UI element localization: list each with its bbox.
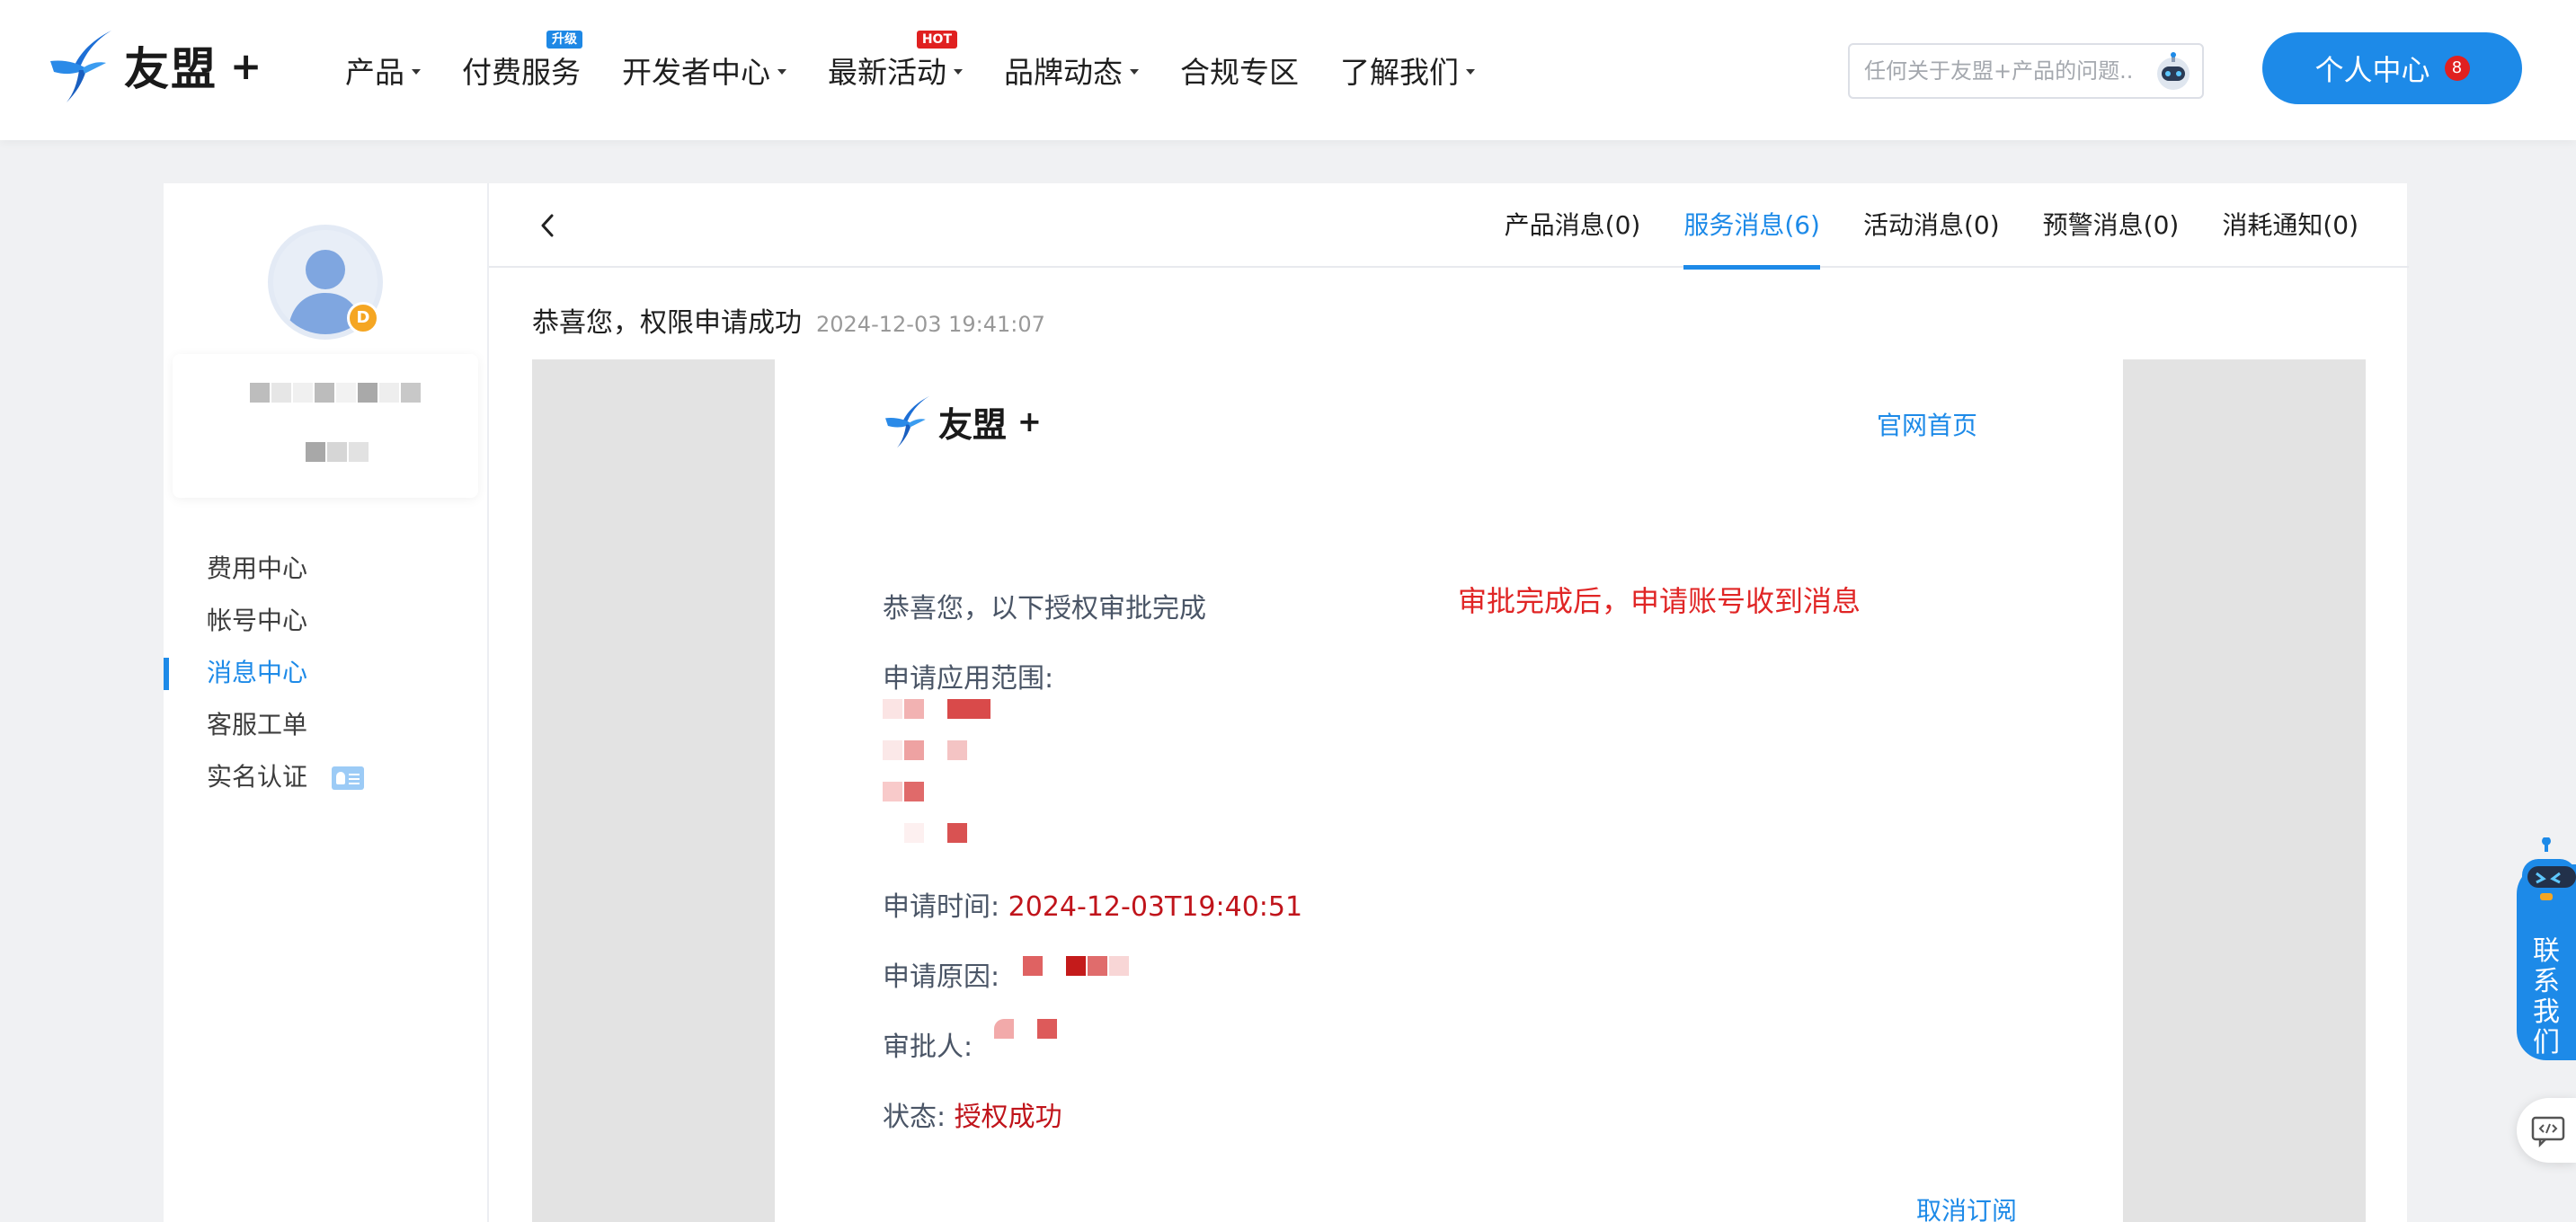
official-homepage-link[interactable]: 官网首页	[1877, 406, 1977, 442]
email-preview-area: 友盟 + 官网首页 恭喜您，以下授权审批完成 审批完成后，申请账号收到消息 申请…	[532, 359, 2366, 1222]
redacted-reason	[1023, 956, 1131, 976]
caret-down-icon	[777, 69, 786, 75]
message-header: 恭喜您，权限申请成功 2024-12-03 19:41:07	[532, 300, 1045, 340]
red-annotation-note: 审批完成后，申请账号收到消息	[1458, 584, 1861, 618]
reason-label: 申请原因:	[883, 961, 1000, 993]
tab-warning-messages[interactable]: 预警消息(0)	[2043, 183, 2180, 268]
nav-item-products[interactable]: 产品	[345, 49, 421, 92]
nav-item-latest-events[interactable]: 最新活动 HOT	[828, 31, 963, 92]
brand-logo[interactable]: 友盟 +	[47, 27, 262, 104]
email-brand-logo: 友盟 +	[883, 394, 1042, 449]
robot-assistant-icon[interactable]	[2154, 52, 2193, 92]
user-center-label: 个人中心	[2314, 53, 2430, 87]
hot-badge: HOT	[916, 31, 957, 49]
sidebar-item-messages[interactable]: 消息中心	[164, 647, 487, 699]
redacted-approver	[994, 1019, 1059, 1039]
redacted-scope-line	[883, 699, 992, 719]
status-label: 状态:	[883, 1102, 946, 1133]
notification-count-badge: 8	[2444, 56, 2470, 81]
nav-item-about-us[interactable]: 了解我们	[1340, 49, 1475, 92]
message-timestamp: 2024-12-03 19:41:07	[816, 312, 1045, 337]
tab-service-messages[interactable]: 服务消息(6)	[1683, 183, 1820, 270]
redacted-scope-line	[883, 782, 926, 801]
upgrade-badge: 升级	[546, 31, 582, 49]
email-greeting: 恭喜您，以下授权审批完成	[883, 593, 1206, 624]
feedback-button[interactable]	[2517, 1098, 2576, 1163]
email-body: 友盟 + 官网首页 恭喜您，以下授权审批完成 审批完成后，申请账号收到消息 申请…	[775, 359, 2123, 1222]
nav-item-label: 开发者中心	[622, 55, 770, 90]
id-card-icon	[331, 766, 364, 790]
sidebar-item-billing[interactable]: 费用中心	[164, 543, 487, 595]
nav-item-label: 了解我们	[1340, 55, 1459, 90]
user-center-button[interactable]: 个人中心 8	[2262, 32, 2522, 104]
nav-item-compliance[interactable]: 合规专区	[1180, 49, 1299, 92]
status-value: 授权成功	[954, 1102, 1062, 1133]
redacted-user-id	[306, 442, 370, 462]
contact-us-widget[interactable]: 联系我们	[2517, 837, 2576, 1060]
back-arrow-icon[interactable]	[534, 210, 561, 241]
tab-product-messages[interactable]: 产品消息(0)	[1505, 183, 1641, 268]
contact-us-text: 联系我们	[2533, 935, 2560, 1058]
brand-name: 友盟	[124, 43, 218, 95]
sidebar-item-account[interactable]: 帐号中心	[164, 595, 487, 647]
top-navbar: 友盟 + 产品 付费服务 升级 开发者中心 最新活动 HOT 品牌动态 合规专区…	[0, 0, 2576, 140]
account-sidebar: D 费用中心 帐号中心 消息中心 客服工单 实名认证	[164, 183, 487, 1222]
nav-item-label: 品牌动态	[1004, 55, 1123, 90]
apply-time-value: 2024-12-03T19:40:51	[1008, 891, 1303, 923]
redacted-scope-line	[883, 740, 969, 760]
tab-consumption-notices[interactable]: 消耗通知(0)	[2222, 183, 2358, 268]
sidebar-item-label: 客服工单	[207, 710, 308, 739]
nav-item-brand-news[interactable]: 品牌动态	[1004, 49, 1139, 92]
search-box[interactable]	[1848, 43, 2204, 99]
sidebar-item-label: 实名认证	[207, 762, 308, 792]
apply-time-label: 申请时间:	[883, 891, 1000, 923]
bird-logo-icon	[885, 395, 930, 448]
profile-card	[173, 354, 478, 498]
nav-item-label: 最新活动	[828, 55, 946, 90]
message-tabs: 产品消息(0) 服务消息(6) 活动消息(0) 预警消息(0) 消耗通知(0)	[1461, 183, 2358, 270]
sidebar-item-label: 消息中心	[207, 658, 308, 687]
sidebar-item-verification[interactable]: 实名认证	[164, 751, 487, 803]
developer-level-badge: D	[347, 302, 379, 334]
message-title: 恭喜您，权限申请成功	[532, 307, 802, 339]
bird-logo-icon	[50, 31, 111, 102]
caret-down-icon	[954, 69, 963, 75]
feedback-code-icon	[2531, 1116, 2565, 1148]
brand-plus: +	[230, 43, 262, 88]
redacted-username	[250, 383, 422, 403]
message-center-panel: 产品消息(0) 服务消息(6) 活动消息(0) 预警消息(0) 消耗通知(0) …	[487, 183, 2409, 1222]
sidebar-menu: 费用中心 帐号中心 消息中心 客服工单 实名认证	[164, 543, 487, 803]
sidebar-item-label: 费用中心	[207, 553, 308, 583]
unsubscribe-link[interactable]: 取消订阅	[1916, 1191, 2017, 1222]
email-brand-name: 友盟	[938, 404, 1008, 445]
tab-activity-messages[interactable]: 活动消息(0)	[1863, 183, 2000, 268]
sidebar-item-label: 帐号中心	[207, 606, 308, 635]
robot-mascot-icon	[2522, 837, 2576, 900]
nav-item-paid-services[interactable]: 付费服务 升级	[462, 31, 582, 92]
scope-label: 申请应用范围:	[883, 663, 1054, 695]
caret-down-icon	[1130, 69, 1139, 75]
caret-down-icon	[412, 69, 421, 75]
nav-item-label: 合规专区	[1180, 55, 1299, 90]
nav-item-label: 产品	[345, 55, 404, 90]
main-menu: 产品 付费服务 升级 开发者中心 最新活动 HOT 品牌动态 合规专区 了解我们	[345, 0, 1516, 140]
message-tabs-bar: 产品消息(0) 服务消息(6) 活动消息(0) 预警消息(0) 消耗通知(0)	[489, 183, 2409, 270]
apply-time-row: 申请时间: 2024-12-03T19:40:51	[883, 884, 1302, 924]
approver-label: 审批人:	[883, 1032, 973, 1063]
search-input[interactable]	[1864, 56, 2134, 86]
sidebar-item-tickets[interactable]: 客服工单	[164, 699, 487, 751]
nav-item-developer-center[interactable]: 开发者中心	[622, 49, 786, 92]
redacted-scope-line	[883, 823, 969, 843]
nav-item-label: 付费服务	[462, 55, 581, 90]
status-row: 状态: 授权成功	[883, 1094, 1062, 1134]
caret-down-icon	[1466, 69, 1475, 75]
email-brand-plus: +	[1017, 404, 1042, 438]
